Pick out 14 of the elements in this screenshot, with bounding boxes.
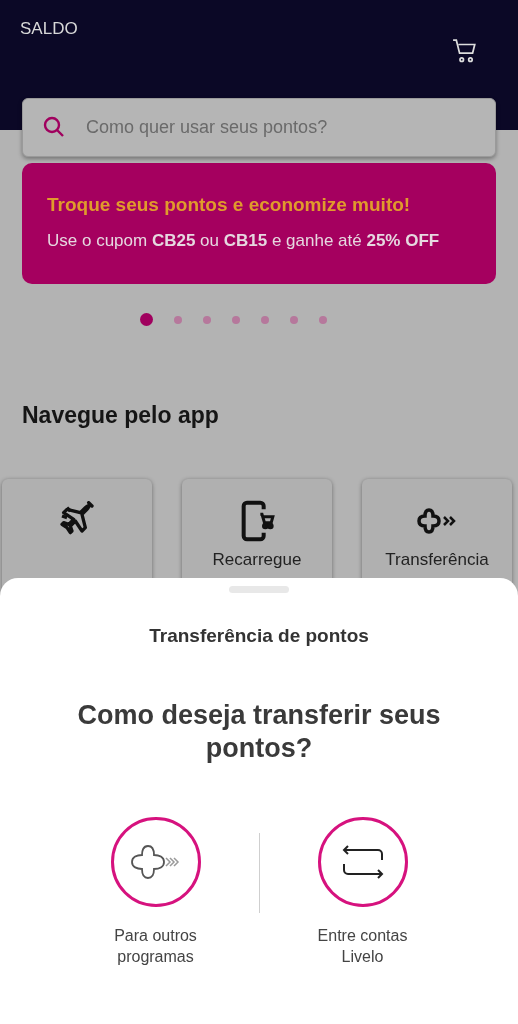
transfer-option[interactable]: Entre contas Livelo xyxy=(259,816,466,967)
search-field[interactable]: Como quer usar seus pontos? xyxy=(22,98,496,157)
promo-banner[interactable]: Troque seus pontos e economize muito! Use o cupom CB25 ou CB15 e ganhe até 25% OFF xyxy=(22,163,496,284)
transfer-option[interactable]: Para outros programas xyxy=(52,816,259,967)
balance-label: SALDO xyxy=(20,18,78,40)
search-icon xyxy=(42,115,66,139)
shortcut-label: Recarregue xyxy=(212,548,302,571)
sheet-question: Como deseja transferir seus pontos? xyxy=(76,698,442,765)
section-title: Navegue pelo app xyxy=(21,401,220,430)
shortcut-label: Transferência xyxy=(385,548,489,571)
banner-title: Troque seus pontos e economize muito! xyxy=(47,193,412,217)
cart-icon[interactable] xyxy=(452,38,478,64)
banner-text: Use o cupom CB25 ou CB15 e ganhe até 25% OFF xyxy=(47,229,441,252)
sheet-title: Transferência de pontos xyxy=(149,624,369,648)
